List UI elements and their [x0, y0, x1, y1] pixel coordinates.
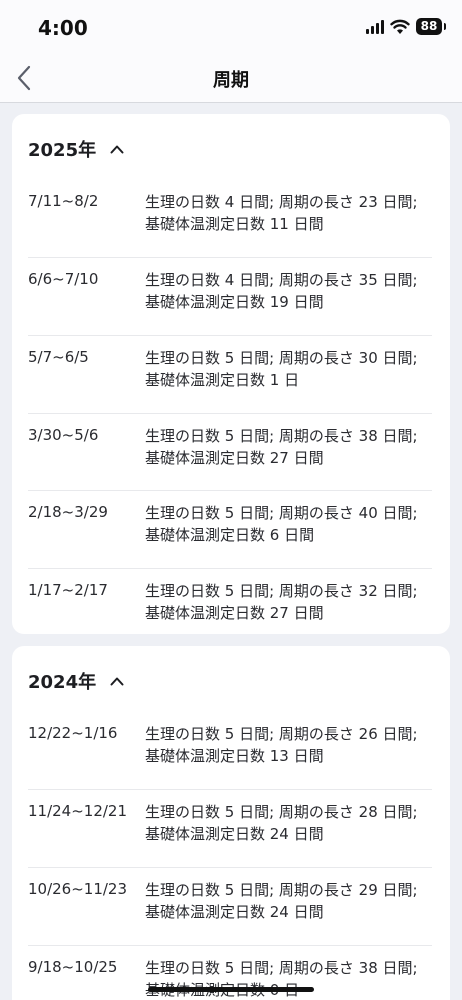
- cycle-summary: 生理の日数 4 日間; 周期の長さ 23 日間; 基礎体温測定日数 11 日間: [145, 193, 418, 233]
- cycle-row[interactable]: 12/22~1/16 生理の日数 5 日間; 周期の長さ 26 日間; 基礎体温…: [28, 712, 432, 789]
- cellular-signal-icon: [366, 19, 384, 34]
- cycle-summary: 生理の日数 5 日間; 周期の長さ 38 日間; 基礎体温測定日数 27 日間: [145, 427, 418, 467]
- page-title: 周期: [213, 70, 249, 91]
- chevron-up-icon: [110, 145, 124, 154]
- cycle-summary: 生理の日数 5 日間; 周期の長さ 30 日間; 基礎体温測定日数 1 日: [145, 349, 418, 389]
- cycle-summary: 生理の日数 5 日間; 周期の長さ 40 日間; 基礎体温測定日数 6 日間: [145, 504, 418, 544]
- status-bar: 4:00 88: [0, 0, 462, 54]
- cycle-row[interactable]: 6/6~7/10 生理の日数 4 日間; 周期の長さ 35 日間; 基礎体温測定…: [28, 257, 432, 335]
- cycle-summary: 生理の日数 5 日間; 周期の長さ 38 日間; 基礎体温測定日数 0 日: [145, 959, 418, 999]
- wifi-icon: [390, 19, 410, 34]
- cycle-date-range: 12/22~1/16: [28, 724, 118, 742]
- cycle-date-range: 2/18~3/29: [28, 503, 108, 521]
- home-indicator: [148, 987, 314, 992]
- cycle-row[interactable]: 3/30~5/6 生理の日数 5 日間; 周期の長さ 38 日間; 基礎体温測定…: [28, 413, 432, 491]
- year-header[interactable]: 2024年: [28, 668, 124, 694]
- cycle-date-range: 7/11~8/2: [28, 192, 99, 210]
- cycle-date-range: 1/17~2/17: [28, 581, 108, 599]
- cycle-summary: 生理の日数 5 日間; 周期の長さ 28 日間; 基礎体温測定日数 24 日間: [145, 803, 418, 843]
- year-card-2024: 2024年 12/22~1/16 生理の日数 5 日間; 周期の長さ 26 日間…: [12, 646, 450, 1000]
- cycle-summary: 生理の日数 5 日間; 周期の長さ 32 日間; 基礎体温測定日数 27 日間: [145, 582, 418, 622]
- status-icons: 88: [366, 18, 446, 35]
- cycle-date-range: 6/6~7/10: [28, 270, 99, 288]
- cycle-date-range: 10/26~11/23: [28, 880, 128, 898]
- navigation-bar: 周期: [0, 54, 462, 103]
- status-time: 4:00: [38, 16, 88, 40]
- cycle-list[interactable]: 2025年 7/11~8/2 生理の日数 4 日間; 周期の長さ 23 日間; …: [0, 103, 462, 1000]
- battery-icon: 88: [416, 18, 446, 35]
- chevron-up-icon: [110, 677, 124, 686]
- cycle-date-range: 9/18~10/25: [28, 958, 118, 976]
- year-header[interactable]: 2025年: [28, 136, 124, 162]
- cycle-row[interactable]: 2/18~3/29 生理の日数 5 日間; 周期の長さ 40 日間; 基礎体温測…: [28, 490, 432, 568]
- cycle-summary: 生理の日数 5 日間; 周期の長さ 29 日間; 基礎体温測定日数 24 日間: [145, 881, 418, 921]
- year-card-2025: 2025年 7/11~8/2 生理の日数 4 日間; 周期の長さ 23 日間; …: [12, 114, 450, 634]
- cycle-row[interactable]: 10/26~11/23 生理の日数 5 日間; 周期の長さ 29 日間; 基礎体…: [28, 867, 432, 945]
- cycle-summary: 生理の日数 5 日間; 周期の長さ 26 日間; 基礎体温測定日数 13 日間: [145, 725, 418, 765]
- cycle-date-range: 5/7~6/5: [28, 348, 89, 366]
- cycle-row[interactable]: 7/11~8/2 生理の日数 4 日間; 周期の長さ 23 日間; 基礎体温測定…: [28, 180, 432, 257]
- cycle-row[interactable]: 1/17~2/17 生理の日数 5 日間; 周期の長さ 32 日間; 基礎体温測…: [28, 568, 432, 646]
- year-label: 2024年: [28, 672, 97, 693]
- cycle-date-range: 3/30~5/6: [28, 426, 99, 444]
- cycle-date-range: 11/24~12/21: [28, 802, 128, 820]
- cycle-row[interactable]: 11/24~12/21 生理の日数 5 日間; 周期の長さ 28 日間; 基礎体…: [28, 789, 432, 867]
- year-label: 2025年: [28, 140, 97, 161]
- cycle-row[interactable]: 5/7~6/5 生理の日数 5 日間; 周期の長さ 30 日間; 基礎体温測定日…: [28, 335, 432, 413]
- cycle-summary: 生理の日数 4 日間; 周期の長さ 35 日間; 基礎体温測定日数 19 日間: [145, 271, 418, 311]
